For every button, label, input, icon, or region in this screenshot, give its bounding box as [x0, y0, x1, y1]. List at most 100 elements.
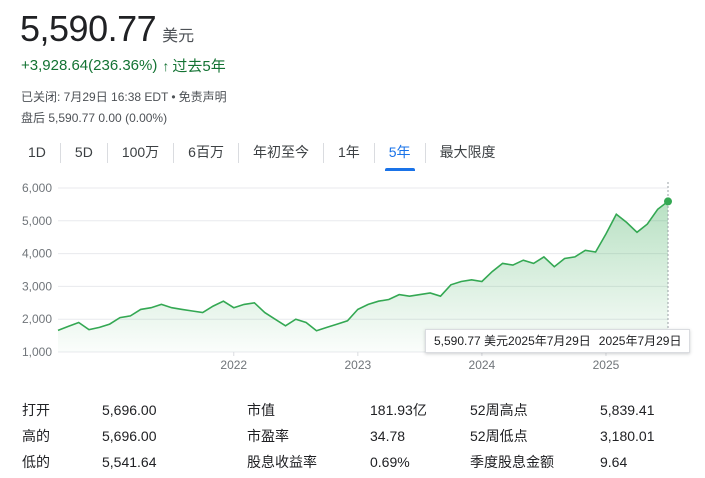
data-point	[97, 325, 101, 329]
stat-value: 34.78	[370, 428, 406, 444]
data-point	[397, 293, 401, 297]
data-point	[283, 324, 287, 328]
y-tick-label: 3,000	[22, 279, 52, 293]
data-point	[139, 307, 143, 311]
data-point	[221, 299, 225, 303]
stat-label: 低的	[22, 454, 50, 470]
y-tick-label: 6,000	[22, 181, 52, 195]
price-header: 5,590.77 美元	[20, 8, 194, 50]
data-point	[304, 320, 308, 324]
data-point	[573, 255, 577, 259]
stat-label: 52周低点	[470, 428, 528, 444]
data-point	[645, 222, 649, 226]
data-point	[149, 306, 153, 310]
data-point	[480, 279, 484, 283]
bullet-separator: •	[171, 90, 176, 104]
range-tab-max[interactable]: 最大限度	[426, 143, 510, 163]
stat-value: 5,541.64	[102, 454, 157, 470]
data-point	[108, 322, 112, 326]
data-point	[356, 307, 360, 311]
stat-value: 5,839.41	[600, 402, 655, 418]
data-point	[335, 322, 339, 326]
stat-dividend-yield: 股息收益率 0.69%	[247, 452, 470, 472]
stat-label: 52周高点	[470, 402, 528, 418]
tooltip-value: 5,590.77 美元2025年7月29日	[434, 334, 591, 348]
data-point	[252, 301, 256, 305]
stat-label: 股息收益率	[247, 454, 317, 470]
range-selector: 1D 5D 100万 6百万 年初至今 1年 5年 最大限度	[22, 142, 510, 171]
data-point	[294, 317, 298, 321]
range-tab-ytd[interactable]: 年初至今	[239, 143, 324, 163]
data-point	[201, 311, 205, 315]
data-point	[325, 325, 329, 329]
data-point	[501, 261, 505, 265]
stat-value: 9.64	[600, 454, 628, 470]
stats-row: 低的 5,541.64 股息收益率 0.69% 季度股息金额 9.64	[22, 449, 692, 475]
y-tick-label: 1,000	[22, 345, 52, 359]
data-point	[614, 212, 618, 216]
data-point	[521, 258, 525, 262]
data-point	[345, 319, 349, 323]
data-point	[666, 199, 670, 203]
data-point	[263, 311, 267, 315]
data-point	[532, 261, 536, 265]
data-point	[128, 314, 132, 318]
data-point	[180, 307, 184, 311]
stats-row: 高的 5,696.00 市盈率 34.78 52周低点 3,180.01	[22, 423, 692, 449]
arrow-up-icon: ↑	[162, 57, 170, 74]
data-point	[170, 306, 174, 310]
stat-market-cap: 市值 181.93亿	[247, 400, 470, 420]
data-point	[511, 263, 515, 267]
y-tick-label: 2,000	[22, 312, 52, 326]
x-tick-label: 2023	[344, 358, 371, 372]
data-point	[211, 304, 215, 308]
data-point	[242, 302, 246, 306]
data-point	[159, 302, 163, 306]
data-point	[470, 278, 474, 282]
key-stats: 打开 5,696.00 市值 181.93亿 52周高点 5,839.41 高的 5,6…	[22, 397, 692, 475]
data-point	[366, 302, 370, 306]
data-point	[190, 309, 194, 313]
stats-row: 打开 5,696.00 市值 181.93亿 52周高点 5,839.41	[22, 397, 692, 423]
stat-quarterly-dividend: 季度股息金额 9.64	[470, 452, 670, 472]
price-change-row: +3,928.64(236.36%) ↑ 过去5年	[21, 55, 226, 76]
data-point	[273, 317, 277, 321]
stat-value: 5,696.00	[102, 428, 157, 444]
disclaimer-link[interactable]: 免责声明	[179, 90, 227, 104]
current-price: 5,590.77	[20, 8, 157, 49]
data-point	[387, 298, 391, 302]
data-point	[77, 320, 81, 324]
data-point	[583, 248, 587, 252]
data-point	[232, 306, 236, 310]
price-change: +3,928.64(236.36%)	[21, 57, 158, 74]
data-point	[408, 294, 412, 298]
stat-label: 高的	[22, 428, 50, 444]
data-point	[490, 270, 494, 274]
stat-52w-high: 52周高点 5,839.41	[470, 400, 670, 420]
range-tab-5d[interactable]: 5D	[61, 143, 108, 163]
data-point	[449, 283, 453, 287]
x-tick-label: 2025	[593, 358, 620, 372]
range-tab-1y[interactable]: 1年	[324, 143, 375, 163]
price-currency: 美元	[162, 28, 195, 45]
stat-value: 0.69%	[370, 454, 410, 470]
stat-label: 打开	[22, 402, 50, 418]
after-hours: 盘后 5,590.77 0.00 (0.00%)	[21, 111, 168, 125]
y-tick-label: 4,000	[22, 247, 52, 261]
stat-52w-low: 52周低点 3,180.01	[470, 426, 670, 446]
stat-low: 低的 5,541.64	[22, 452, 247, 472]
data-point	[428, 291, 432, 295]
data-point	[314, 329, 318, 333]
range-tab-6m[interactable]: 6百万	[174, 143, 239, 163]
data-point	[87, 328, 91, 332]
x-tick-label: 2022	[220, 358, 247, 372]
range-tab-5y[interactable]: 5年	[375, 143, 426, 171]
stat-open: 打开 5,696.00	[22, 400, 247, 420]
range-tab-1d[interactable]: 1D	[22, 143, 61, 163]
stat-value: 3,180.01	[600, 428, 655, 444]
data-point	[625, 220, 629, 224]
range-tab-1m[interactable]: 100万	[108, 143, 175, 163]
data-point	[594, 250, 598, 254]
stat-high: 高的 5,696.00	[22, 426, 247, 446]
data-point	[604, 232, 608, 236]
